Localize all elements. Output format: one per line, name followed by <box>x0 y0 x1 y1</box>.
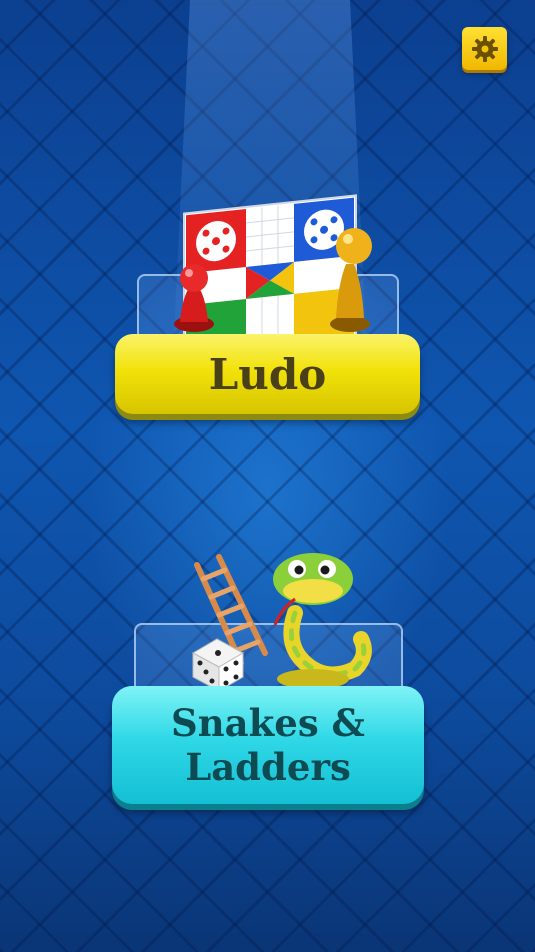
snake-ladder-dice-icon <box>191 553 372 692</box>
ludo-board-icon <box>174 194 372 336</box>
snakes-label-line1: Snakes & <box>171 701 365 745</box>
settings-button[interactable] <box>462 27 507 70</box>
snakes-ladders-button[interactable]: Snakes & Ladders <box>112 686 424 804</box>
ludo-label: Ludo <box>208 349 327 399</box>
gear-icon <box>471 35 498 62</box>
snakes-ladders-label: Snakes & Ladders <box>171 701 365 789</box>
ludo-button[interactable]: Ludo <box>115 334 420 414</box>
snakes-label-line2: Ladders <box>185 745 351 789</box>
